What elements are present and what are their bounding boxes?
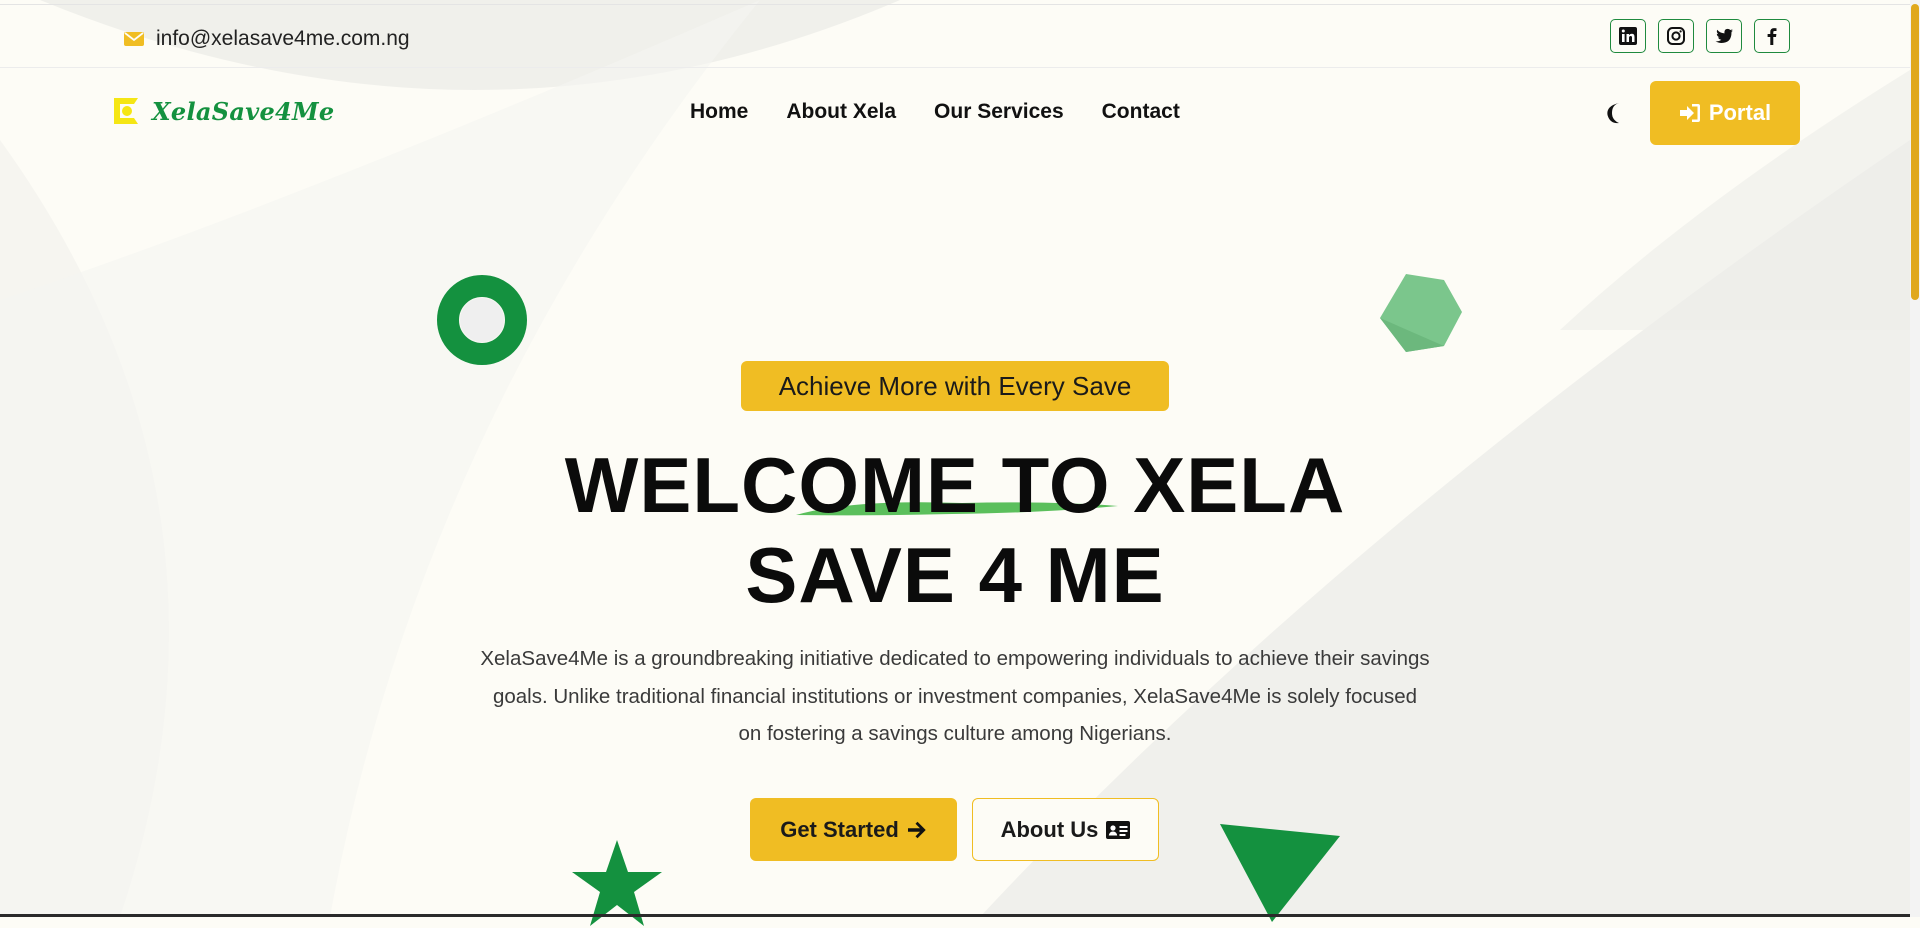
scrollbar-thumb[interactable] <box>1911 4 1919 300</box>
get-started-button[interactable]: Get Started <box>750 798 957 861</box>
hero-tagline: Achieve More with Every Save <box>741 361 1169 411</box>
about-us-button[interactable]: About Us <box>972 798 1159 861</box>
headline-line-2: SAVE 4 ME <box>745 531 1165 619</box>
get-started-label: Get Started <box>780 816 899 842</box>
hero-description: XelaSave4Me is a groundbreaking initiati… <box>480 647 1430 745</box>
about-us-label: About Us <box>1000 816 1099 842</box>
arrow-right-icon <box>907 821 926 838</box>
id-card-icon <box>1106 820 1131 839</box>
headline-line-1: WELCOME TO XELA <box>564 441 1346 529</box>
hero-headline: WELCOME TO XELA SAVE 4 ME <box>460 440 1450 620</box>
hero-section: Achieve More with Every Save WELCOME TO … <box>0 0 1920 917</box>
